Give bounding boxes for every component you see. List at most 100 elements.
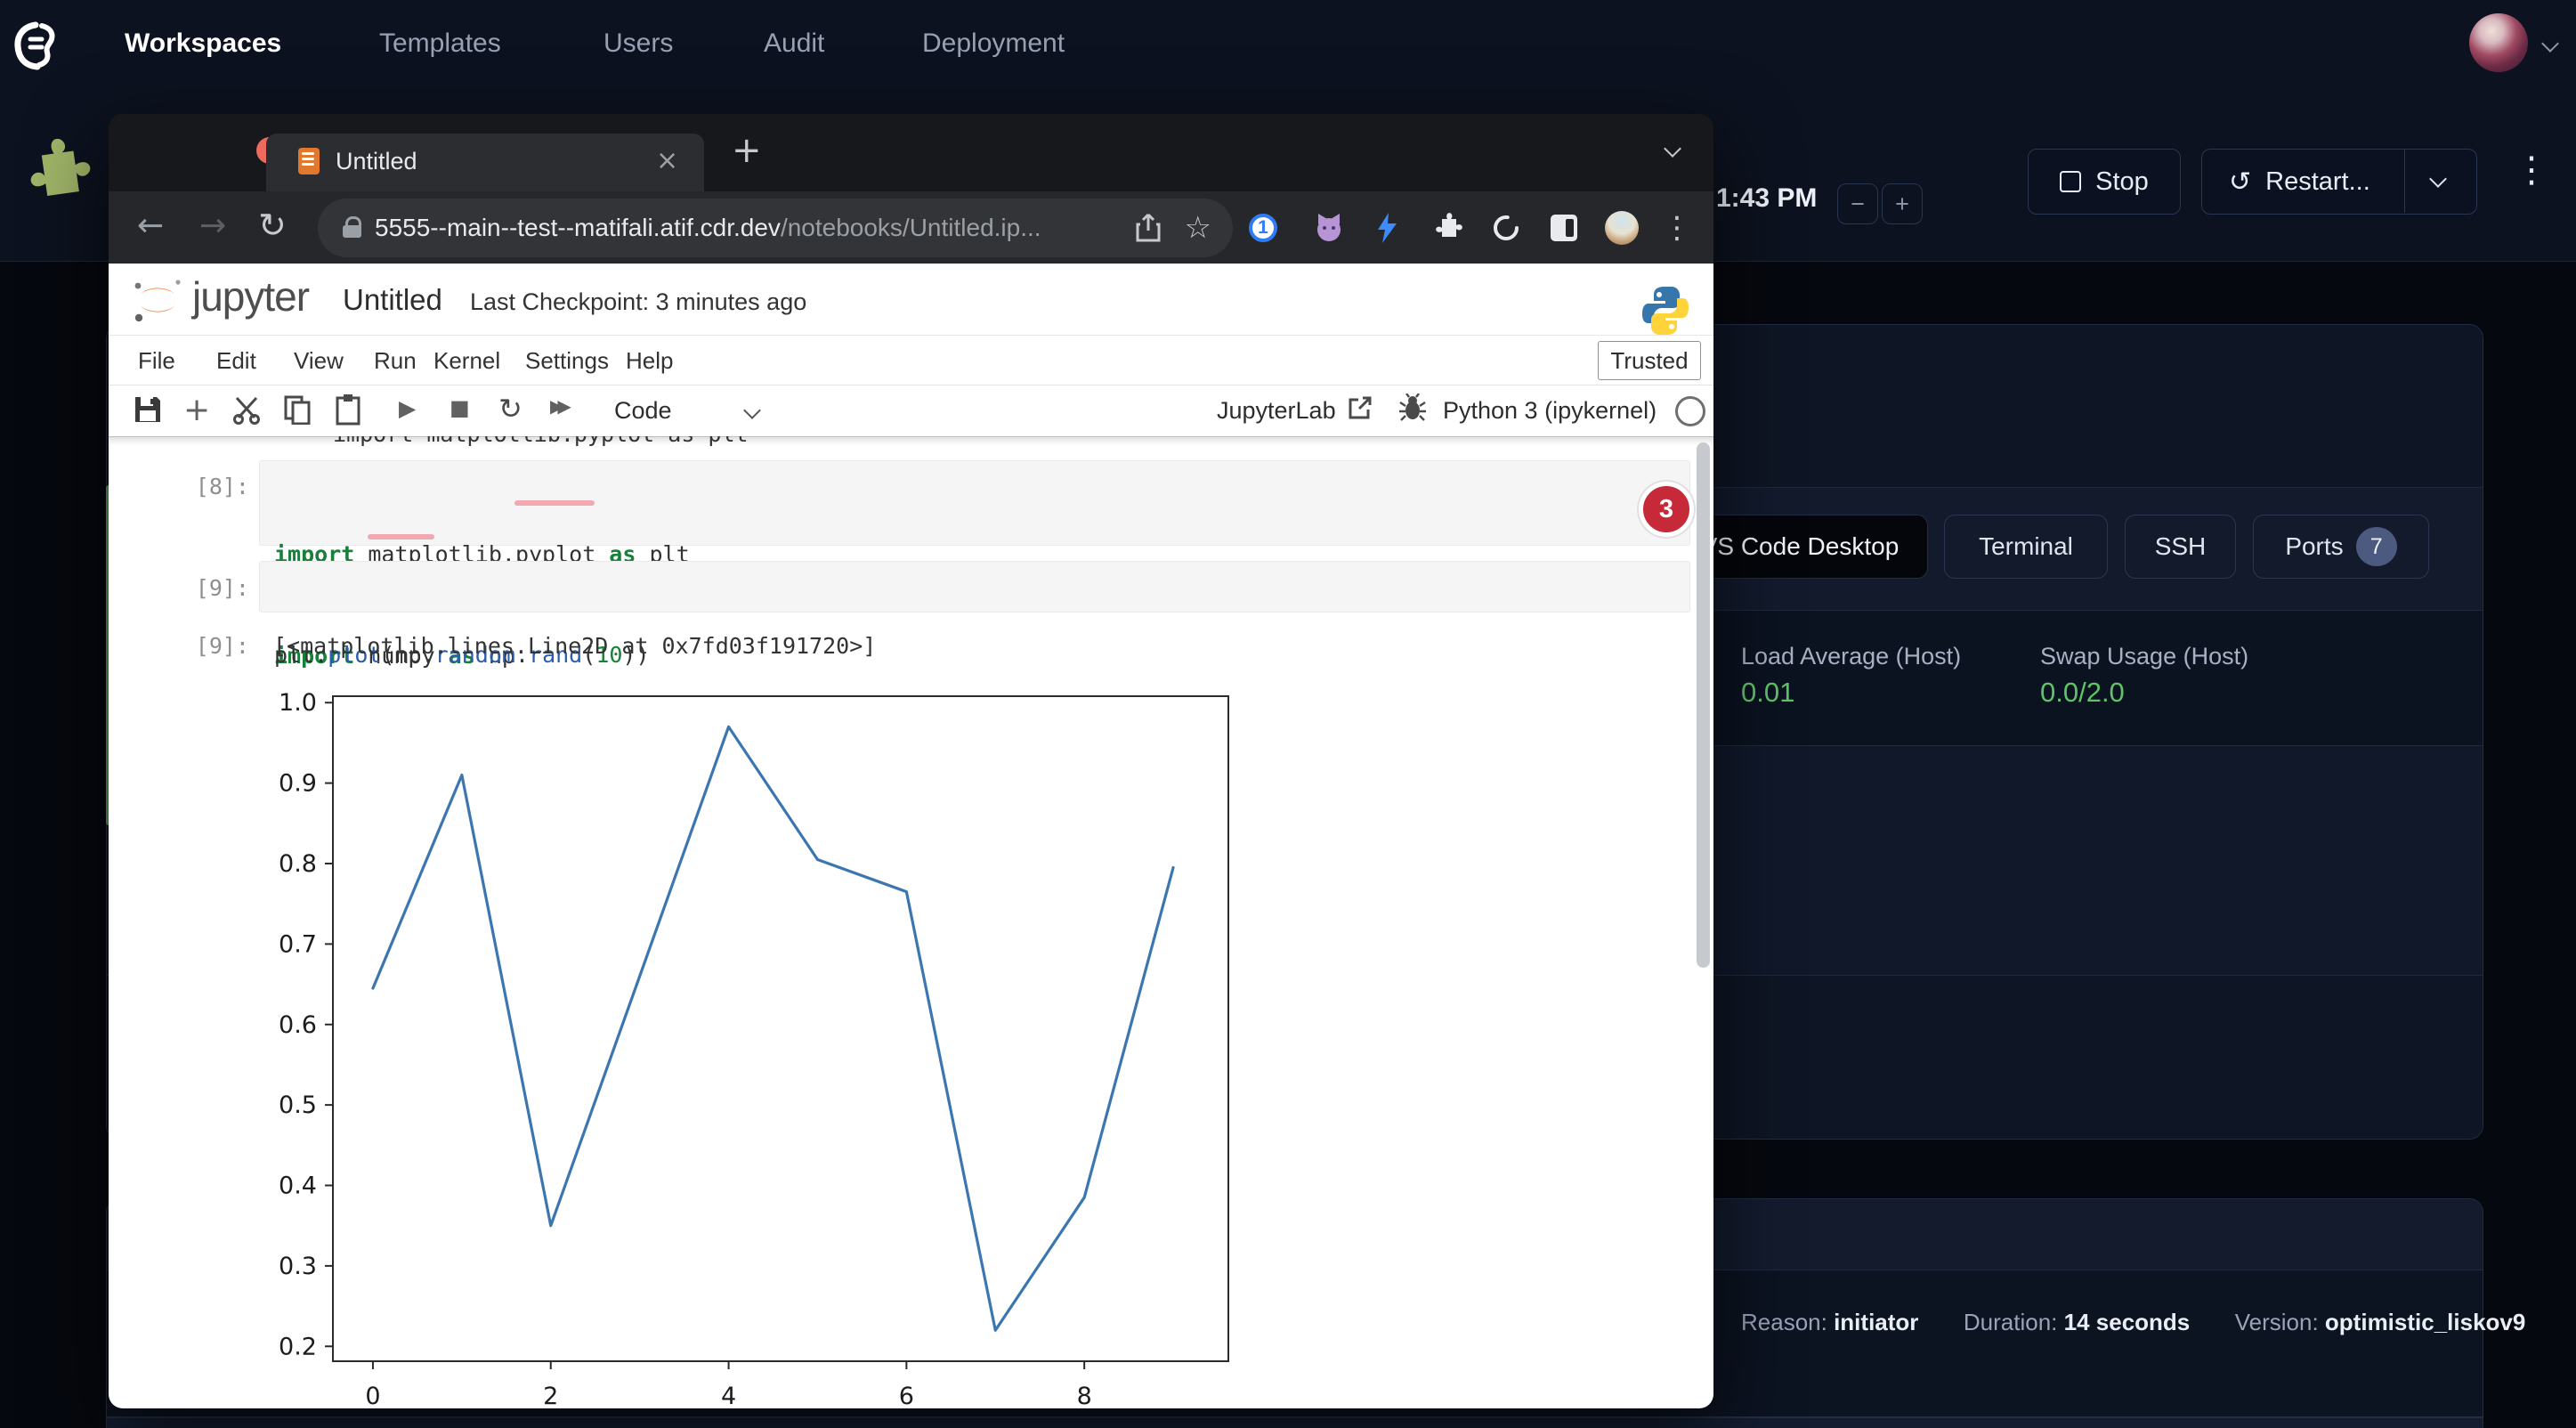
copy-icon[interactable]	[283, 394, 312, 425]
cell9-prompt: [9]:	[144, 575, 249, 601]
external-link-icon[interactable]	[1348, 395, 1373, 420]
svg-text:0.6: 0.6	[279, 1011, 317, 1039]
new-tab-button[interactable]: +	[732, 130, 762, 171]
cat-extension-icon[interactable]	[1311, 210, 1347, 246]
svg-text:0.4: 0.4	[279, 1172, 317, 1200]
stop-icon	[2060, 171, 2081, 192]
cell8-prompt: [8]:	[144, 474, 249, 499]
menu-kernel[interactable]: Kernel	[433, 347, 500, 375]
kernel-status-icon	[1675, 396, 1705, 426]
cell-type-dropdown[interactable]: Code	[614, 397, 672, 425]
reason-value: initiator	[1834, 1309, 1918, 1335]
svg-text:6: 6	[899, 1383, 914, 1408]
next-panel-edge	[106, 1417, 2483, 1428]
build-meta-row: Reason: initiator Duration: 14 seconds V…	[1741, 1309, 2525, 1336]
browser-profile-avatar[interactable]	[1604, 210, 1640, 246]
terminal-button[interactable]: Terminal	[1944, 515, 2108, 579]
kernel-name[interactable]: Python 3 (ipykernel)	[1443, 397, 1657, 425]
nav-item-deployment[interactable]: Deployment	[922, 28, 1065, 59]
menu-file[interactable]: File	[138, 347, 175, 375]
nav-item-templates[interactable]: Templates	[379, 28, 501, 59]
duration-value: 14 seconds	[2064, 1309, 2191, 1335]
jupyterlab-link[interactable]: JupyterLab	[1217, 397, 1336, 425]
notebook-title[interactable]: Untitled	[343, 283, 442, 317]
save-icon[interactable]	[134, 395, 162, 424]
tab-search-chevron-icon[interactable]	[1664, 140, 1681, 158]
jupyter-page: jupyter Untitled Last Checkpoint: 3 minu…	[109, 264, 1713, 1408]
run-cell-icon[interactable]: ▶	[399, 395, 416, 421]
ssh-button[interactable]: SSH	[2125, 515, 2236, 579]
menu-settings[interactable]: Settings	[525, 347, 609, 375]
menu-help[interactable]: Help	[626, 347, 673, 375]
interrupt-kernel-icon[interactable]: ■	[450, 395, 470, 420]
url-path: /notebooks/Untitled.ip...	[781, 214, 1041, 242]
onepassword-extension-icon[interactable]: 1	[1245, 210, 1281, 246]
zoom-out-button[interactable]: −	[1837, 183, 1878, 224]
code-cell-8[interactable]: import matplotlib.pyplot as plt import n…	[259, 460, 1690, 546]
cut-icon[interactable]	[231, 394, 262, 425]
stop-button[interactable]: Stop	[2028, 149, 2181, 215]
user-avatar[interactable]	[2469, 13, 2528, 72]
ssh-label: SSH	[2155, 532, 2207, 561]
svg-text:0.9: 0.9	[279, 770, 317, 798]
python-logo-icon	[1641, 285, 1689, 337]
menu-run[interactable]: Run	[374, 347, 417, 375]
jupyter-logo-icon	[128, 274, 187, 326]
restart-options-chevron-icon[interactable]	[2429, 170, 2447, 188]
run-all-icon[interactable]: ▶▶	[550, 395, 565, 417]
button-divider	[2404, 150, 2405, 213]
duration-label: Duration:	[1964, 1309, 2058, 1335]
ports-count-badge: 7	[2356, 527, 2397, 566]
browser-tabstrip: Untitled × +	[109, 114, 1713, 191]
restart-button[interactable]: ↺ Restart...	[2201, 149, 2477, 215]
nav-item-audit[interactable]: Audit	[764, 28, 824, 59]
user-menu-chevron-icon[interactable]	[2541, 35, 2559, 53]
ring-extension-icon[interactable]	[1488, 210, 1524, 246]
clipped-code-line: import matplotlib.pyplot as plt	[333, 436, 831, 448]
browser-kebab-menu[interactable]: ⋮	[1659, 210, 1695, 246]
reader-extension-icon[interactable]	[1546, 210, 1582, 246]
forward-icon[interactable]: →	[199, 207, 226, 244]
extensions-puzzle-icon[interactable]	[1430, 210, 1466, 246]
load-average-label: Load Average (Host)	[1741, 643, 1961, 670]
svg-text:0.7: 0.7	[279, 930, 317, 958]
add-cell-icon[interactable]: +	[183, 392, 210, 428]
ports-button[interactable]: Ports 7	[2253, 515, 2429, 579]
load-average-value: 0.01	[1741, 677, 1794, 709]
nav-item-users[interactable]: Users	[603, 28, 673, 59]
zoom-in-button[interactable]: +	[1882, 183, 1923, 224]
menu-edit[interactable]: Edit	[216, 347, 256, 375]
trusted-button[interactable]: Trusted	[1598, 341, 1701, 380]
paste-icon[interactable]	[335, 394, 361, 426]
jupyter-wordmark: jupyter	[192, 272, 309, 320]
stop-button-label: Stop	[2095, 167, 2149, 197]
notification-count-badge[interactable]: 3	[1639, 482, 1694, 537]
output-repr-text: [<matplotlib.lines.Line2D at 0x7fd03f191…	[273, 633, 876, 659]
reload-icon[interactable]: ↻	[258, 206, 287, 245]
spellcheck-underline	[514, 500, 595, 506]
scrollbar-thumb[interactable]	[1697, 442, 1710, 968]
reason-label: Reason:	[1741, 1309, 1827, 1335]
lightning-extension-icon[interactable]	[1369, 210, 1405, 246]
nav-item-workspaces[interactable]: Workspaces	[125, 28, 281, 59]
debugger-bug-icon[interactable]	[1399, 394, 1426, 422]
svg-text:4: 4	[721, 1383, 736, 1408]
tab-close-icon[interactable]: ×	[656, 145, 678, 176]
svg-text:0.2: 0.2	[279, 1333, 317, 1360]
coder-logo-icon[interactable]	[14, 20, 61, 71]
version-value: optimistic_liskov9	[2325, 1309, 2525, 1335]
browser-tab[interactable]: Untitled ×	[266, 134, 704, 191]
puzzle-extension-icon[interactable]	[25, 139, 93, 210]
bookmark-star-icon[interactable]: ☆	[1185, 210, 1211, 246]
code-cell-9[interactable]: plt.plot(np.random.rand(10))	[259, 561, 1690, 613]
jupyter-menubar	[109, 335, 1713, 385]
ports-label: Ports	[2285, 532, 2343, 561]
share-icon[interactable]	[1135, 213, 1162, 243]
restart-kernel-icon[interactable]: ↻	[498, 392, 522, 426]
menu-view[interactable]: View	[294, 347, 344, 375]
checkpoint-status: Last Checkpoint: 3 minutes ago	[470, 288, 806, 316]
back-icon[interactable]: ←	[137, 207, 164, 244]
workspace-kebab-menu[interactable]: ⋮	[2514, 150, 2539, 191]
address-bar[interactable]: 5555--main--test--matifali.atif.cdr.dev …	[318, 199, 1233, 257]
vscode-desktop-label: VS Code Desktop	[1701, 532, 1900, 561]
